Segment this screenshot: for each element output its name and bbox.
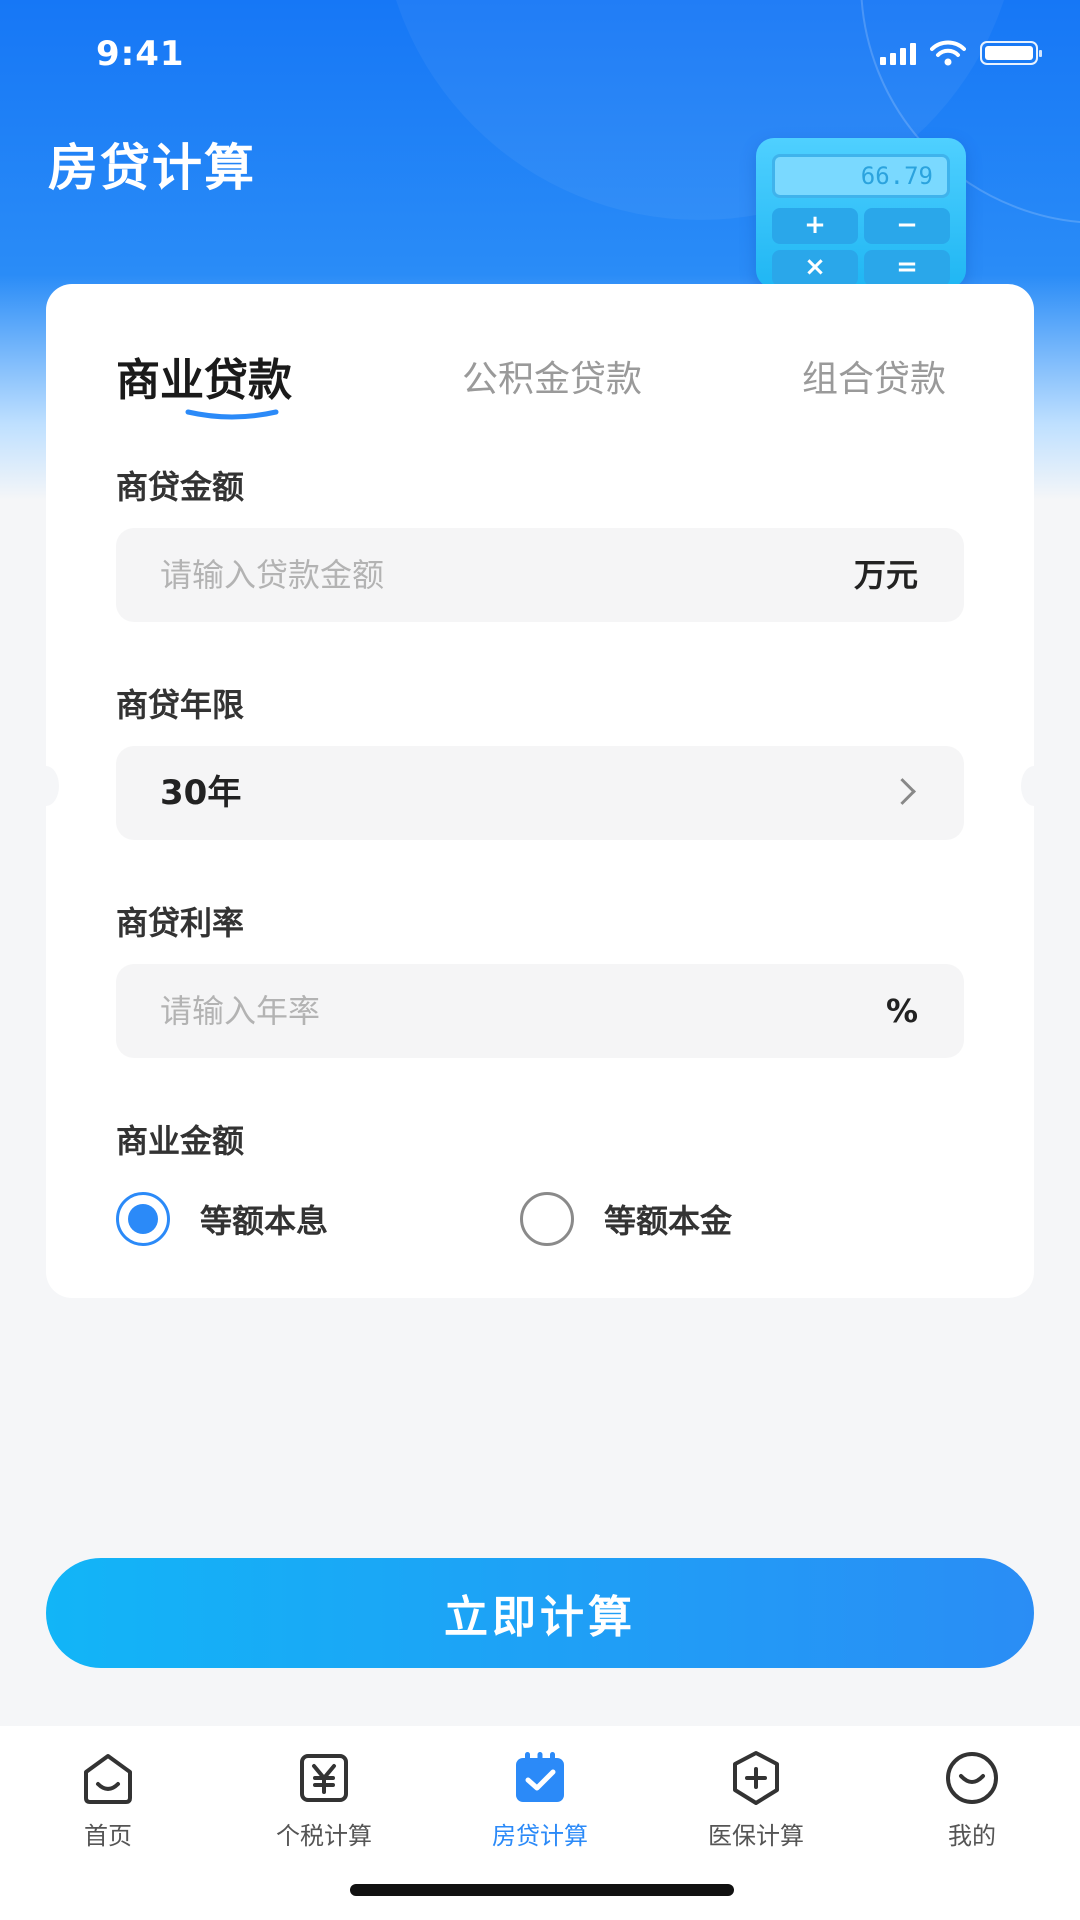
tabbar-item-mine[interactable]: 我的 bbox=[864, 1746, 1080, 1851]
radio-label: 等额本息 bbox=[200, 1202, 329, 1240]
status-bar: 9:41 bbox=[0, 0, 1080, 110]
medical-shield-icon bbox=[733, 1751, 779, 1805]
radio-equal-principal[interactable]: 等额本金 bbox=[520, 1192, 732, 1246]
wifi-icon bbox=[930, 40, 966, 66]
repayment-method-group: 等额本息 等额本金 bbox=[116, 1192, 964, 1252]
home-indicator bbox=[350, 1884, 734, 1896]
radio-equal-installment[interactable]: 等额本息 bbox=[116, 1192, 328, 1246]
smile-icon bbox=[946, 1752, 998, 1804]
card-notch bbox=[33, 766, 59, 806]
rate-field: % bbox=[116, 964, 964, 1058]
radio-label: 等额本金 bbox=[604, 1202, 733, 1240]
tabbar-item-home[interactable]: 首页 bbox=[0, 1746, 216, 1851]
radio-checked-icon bbox=[116, 1192, 170, 1246]
card-notch bbox=[1021, 766, 1047, 806]
amount-unit: 万元 bbox=[853, 556, 918, 594]
calculate-button[interactable]: 立即计算 bbox=[46, 1558, 1034, 1668]
calculator-display: 66.79 bbox=[772, 154, 950, 198]
radio-unchecked-icon bbox=[520, 1192, 574, 1246]
term-value: 30年 bbox=[160, 773, 242, 813]
calculator-illustration: 66.79 + − × = bbox=[756, 138, 966, 288]
calculator-key: × bbox=[772, 250, 858, 286]
tabbar-item-medical-insurance[interactable]: 医保计算 bbox=[648, 1746, 864, 1851]
rate-unit: % bbox=[885, 992, 918, 1030]
term-selector[interactable]: 30年 bbox=[116, 746, 964, 840]
tab-active-indicator bbox=[185, 409, 279, 420]
status-icons bbox=[880, 40, 1042, 66]
rate-label: 商贷利率 bbox=[116, 904, 245, 942]
tabbar-label: 我的 bbox=[948, 1822, 996, 1850]
tabbar-label: 医保计算 bbox=[708, 1822, 804, 1850]
calendar-check-icon bbox=[516, 1752, 564, 1802]
calculator-key: = bbox=[864, 250, 950, 286]
amount-input[interactable] bbox=[160, 528, 800, 622]
tabbar-label: 房贷计算 bbox=[492, 1822, 588, 1850]
tab-commercial-loan[interactable]: 商业贷款 bbox=[116, 344, 292, 408]
tab-combination-loan[interactable]: 组合贷款 bbox=[802, 350, 946, 402]
cellular-signal-icon bbox=[880, 41, 916, 65]
home-icon bbox=[84, 1754, 132, 1804]
repayment-method-label: 商业金额 bbox=[116, 1122, 245, 1160]
battery-icon bbox=[980, 41, 1042, 65]
tab-provident-fund-loan[interactable]: 公积金贷款 bbox=[462, 350, 642, 402]
yen-icon bbox=[300, 1754, 348, 1802]
calculator-key: − bbox=[864, 208, 950, 244]
amount-label: 商贷金额 bbox=[116, 468, 245, 506]
page-title: 房贷计算 bbox=[48, 139, 256, 197]
rate-input[interactable] bbox=[160, 964, 800, 1058]
tabbar-label: 首页 bbox=[84, 1822, 132, 1850]
tabbar-item-income-tax[interactable]: 个税计算 bbox=[216, 1746, 432, 1851]
tabbar-label: 个税计算 bbox=[276, 1822, 372, 1850]
loan-form-card: 商业贷款 公积金贷款 组合贷款 商贷金额 万元 商贷年限 30年 商贷利率 % … bbox=[33, 284, 1047, 1298]
calculator-key: + bbox=[772, 208, 858, 244]
amount-field: 万元 bbox=[116, 528, 964, 622]
chevron-right-icon bbox=[889, 778, 916, 805]
tabbar-item-mortgage[interactable]: 房贷计算 bbox=[432, 1746, 648, 1851]
status-time: 9:41 bbox=[96, 34, 185, 74]
term-label: 商贷年限 bbox=[116, 686, 245, 724]
